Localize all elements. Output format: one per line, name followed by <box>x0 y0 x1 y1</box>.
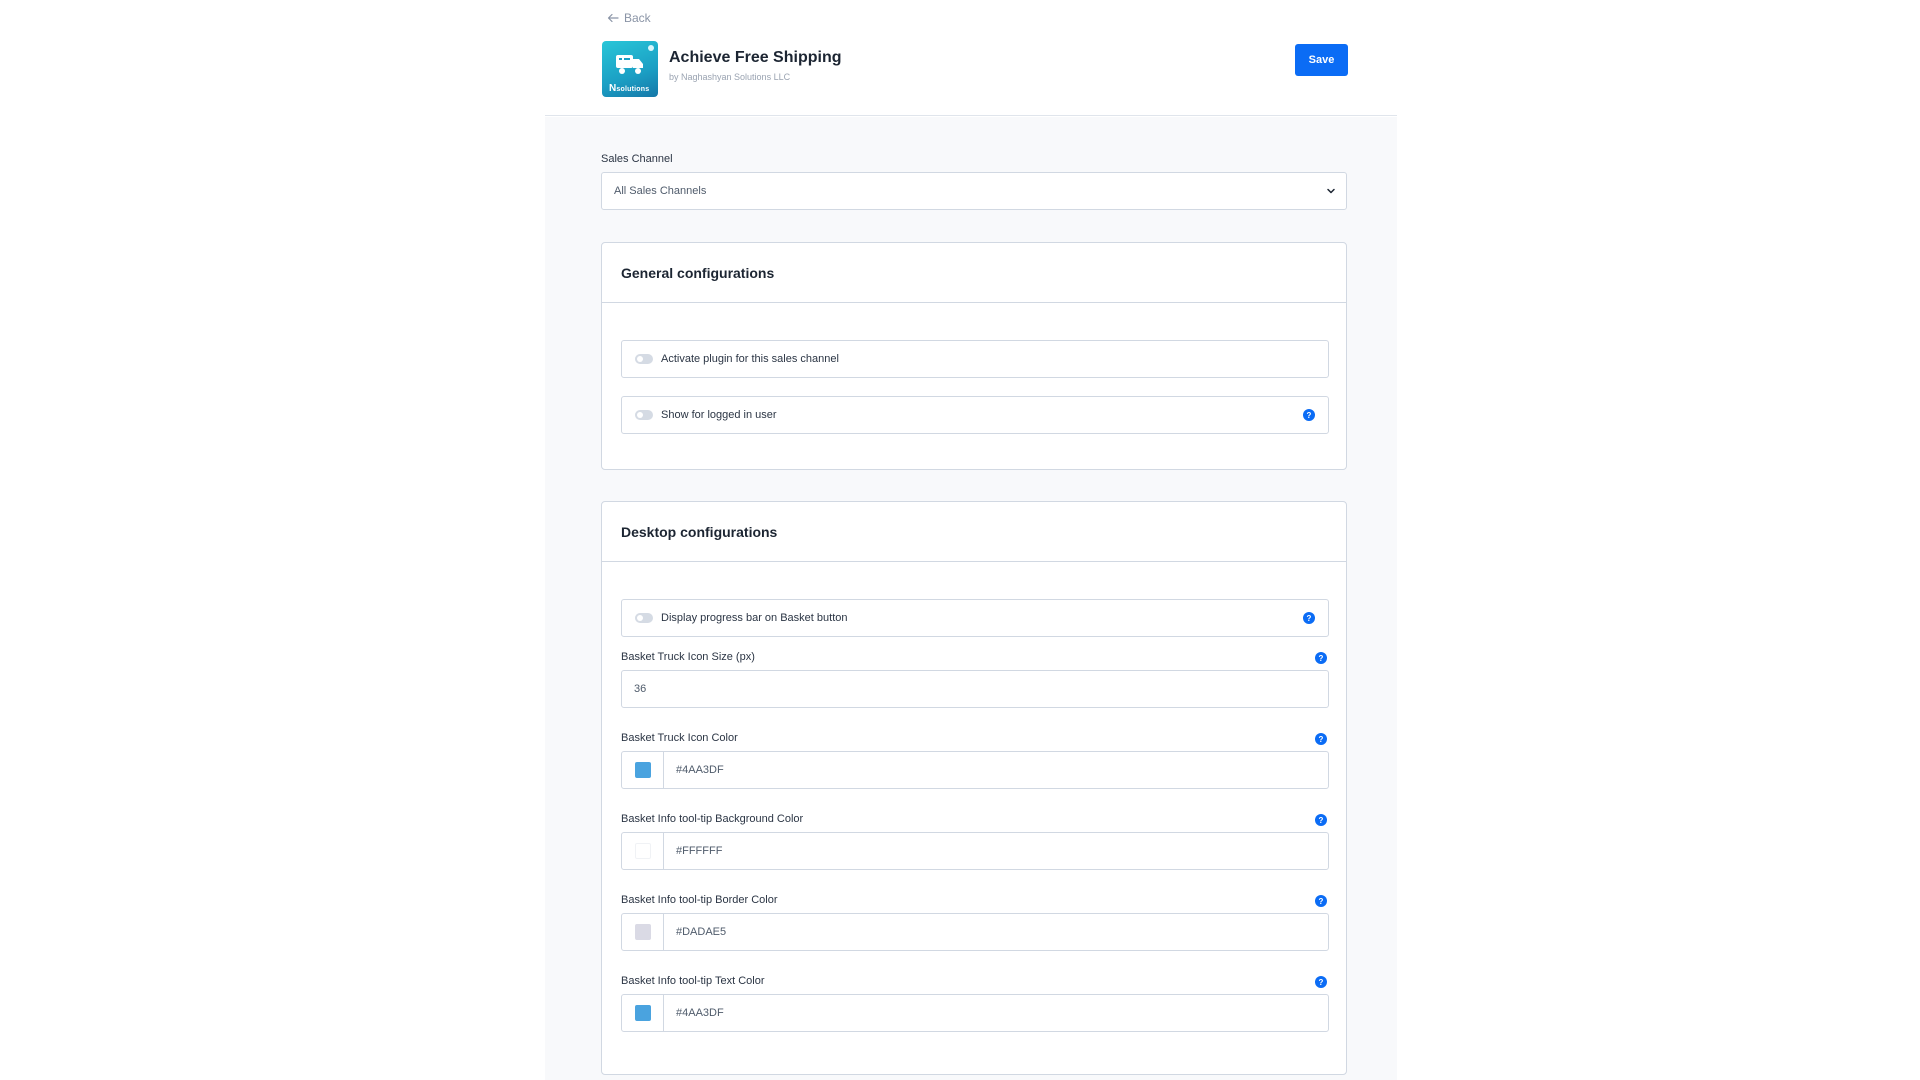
tooltip-text-color-value: #4AA3DF <box>676 1007 724 1019</box>
app-logo: Nsolutions <box>602 41 658 97</box>
color-swatch <box>634 924 651 940</box>
desktop-config-card: Desktop configurations Display progress … <box>601 501 1347 1075</box>
logo-dot <box>648 45 654 51</box>
truck-icon <box>616 55 643 74</box>
save-button[interactable]: Save <box>1295 44 1348 76</box>
activate-plugin-toggle[interactable] <box>635 354 653 364</box>
arrow-left-icon <box>607 13 619 23</box>
tooltip-border-color-field[interactable]: #DADAE5 <box>621 913 1329 951</box>
back-label: Back <box>624 11 651 25</box>
logged-in-user-row: Show for logged in user ? <box>621 396 1329 434</box>
sales-channel-value: All Sales Channels <box>614 185 707 197</box>
icon-size-input[interactable]: 36 <box>621 670 1329 708</box>
activate-plugin-label: Activate plugin for this sales channel <box>661 353 839 365</box>
app-title: Achieve Free Shipping <box>669 49 842 66</box>
color-swatch-button[interactable] <box>622 995 664 1031</box>
truck-icon-color-label: Basket Truck Icon Color <box>621 732 738 744</box>
tooltip-border-color-value: #DADAE5 <box>676 926 727 938</box>
icon-size-label: Basket Truck Icon Size (px) <box>621 651 755 663</box>
truck-icon-color-value: #4AA3DF <box>676 764 724 776</box>
tooltip-bg-color-value: #FFFFFF <box>676 845 723 857</box>
logged-in-user-label: Show for logged in user <box>661 409 777 421</box>
progress-bar-toggle[interactable] <box>635 613 653 623</box>
help-icon[interactable]: ? <box>1315 814 1327 826</box>
help-icon[interactable]: ? <box>1303 612 1315 624</box>
desktop-config-title: Desktop configurations <box>602 502 1346 562</box>
truck-icon-color-field[interactable]: #4AA3DF <box>621 751 1329 789</box>
help-icon[interactable]: ? <box>1315 733 1327 745</box>
general-config-title: General configurations <box>602 243 1346 303</box>
color-swatch <box>634 762 651 778</box>
tooltip-text-color-field[interactable]: #4AA3DF <box>621 994 1329 1032</box>
help-icon[interactable]: ? <box>1315 652 1327 664</box>
help-icon[interactable]: ? <box>1315 976 1327 988</box>
plugin-config-page: Back Nsolutions Achieve Free Shipping by… <box>545 0 1397 1080</box>
color-swatch-button[interactable] <box>622 752 664 788</box>
chevron-down-icon <box>1327 188 1335 194</box>
sales-channel-select[interactable]: All Sales Channels <box>601 172 1347 210</box>
tooltip-text-color-label: Basket Info tool-tip Text Color <box>621 975 765 987</box>
color-swatch-button[interactable] <box>622 914 664 950</box>
back-link[interactable]: Back <box>607 11 651 25</box>
color-swatch <box>634 843 651 859</box>
color-swatch-button[interactable] <box>622 833 664 869</box>
page-header: Back Nsolutions Achieve Free Shipping by… <box>545 0 1397 116</box>
sales-channel-label: Sales Channel <box>601 153 673 165</box>
activate-plugin-row: Activate plugin for this sales channel <box>621 340 1329 378</box>
general-config-card: General configurations Activate plugin f… <box>601 242 1347 470</box>
app-vendor: by Naghashyan Solutions LLC <box>669 72 791 82</box>
progress-bar-label: Display progress bar on Basket button <box>661 612 848 624</box>
progress-bar-row: Display progress bar on Basket button ? <box>621 599 1329 637</box>
tooltip-border-color-label: Basket Info tool-tip Border Color <box>621 894 778 906</box>
help-icon[interactable]: ? <box>1303 409 1315 421</box>
tooltip-bg-color-label: Basket Info tool-tip Background Color <box>621 813 804 825</box>
color-swatch <box>634 1005 651 1021</box>
logged-in-user-toggle[interactable] <box>635 410 653 420</box>
logo-brand-text: Nsolutions <box>609 83 649 94</box>
tooltip-bg-color-field[interactable]: #FFFFFF <box>621 832 1329 870</box>
icon-size-value: 36 <box>634 683 647 695</box>
main-content: Sales Channel All Sales Channels General… <box>545 117 1397 1080</box>
help-icon[interactable]: ? <box>1315 895 1327 907</box>
logo-brand-word: solutions <box>616 86 650 93</box>
